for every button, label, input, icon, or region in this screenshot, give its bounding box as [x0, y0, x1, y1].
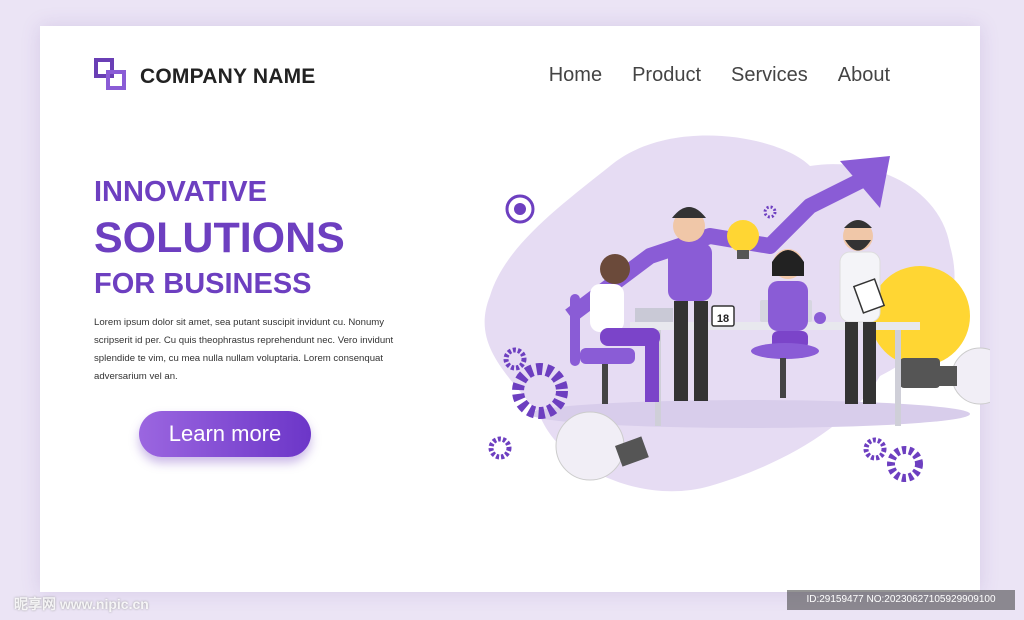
gear-icon — [863, 437, 887, 461]
company-name: COMPANY NAME — [140, 65, 316, 88]
overlapping-squares-icon — [94, 58, 132, 96]
gear-icon — [887, 446, 923, 482]
learn-more-button[interactable]: Learn more — [139, 411, 311, 457]
hero-heading-line3: FOR BUSINESS — [94, 268, 312, 300]
target-icon — [502, 191, 538, 227]
svg-text:18: 18 — [717, 313, 729, 325]
nav-services[interactable]: Services — [731, 64, 808, 87]
hero-heading-line1: INNOVATIVE — [94, 176, 267, 208]
hero-paragraph: Lorem ipsum dolor sit amet, sea putant s… — [94, 317, 394, 382]
lightbulb-icon — [727, 220, 759, 252]
brand-logo[interactable]: COMPANY NAME — [94, 58, 315, 96]
main-nav: Home Product Services About — [549, 64, 890, 87]
landing-card: COMPANY NAME Home Product Services About… — [40, 26, 990, 592]
nav-home[interactable]: Home — [549, 64, 602, 87]
team-illustration: 18 — [484, 135, 990, 492]
watermark-left: 昵享网 www.nipic.cn — [14, 596, 149, 612]
calendar-icon: 18 — [711, 305, 735, 327]
gear-icon — [488, 436, 512, 460]
nav-product[interactable]: Product — [632, 64, 701, 87]
nav-about[interactable]: About — [838, 64, 890, 87]
hero-heading-line2: SOLUTIONS — [94, 214, 345, 262]
watermark-id: ID:29159477 NO:20230627105929909100 — [787, 590, 1015, 610]
